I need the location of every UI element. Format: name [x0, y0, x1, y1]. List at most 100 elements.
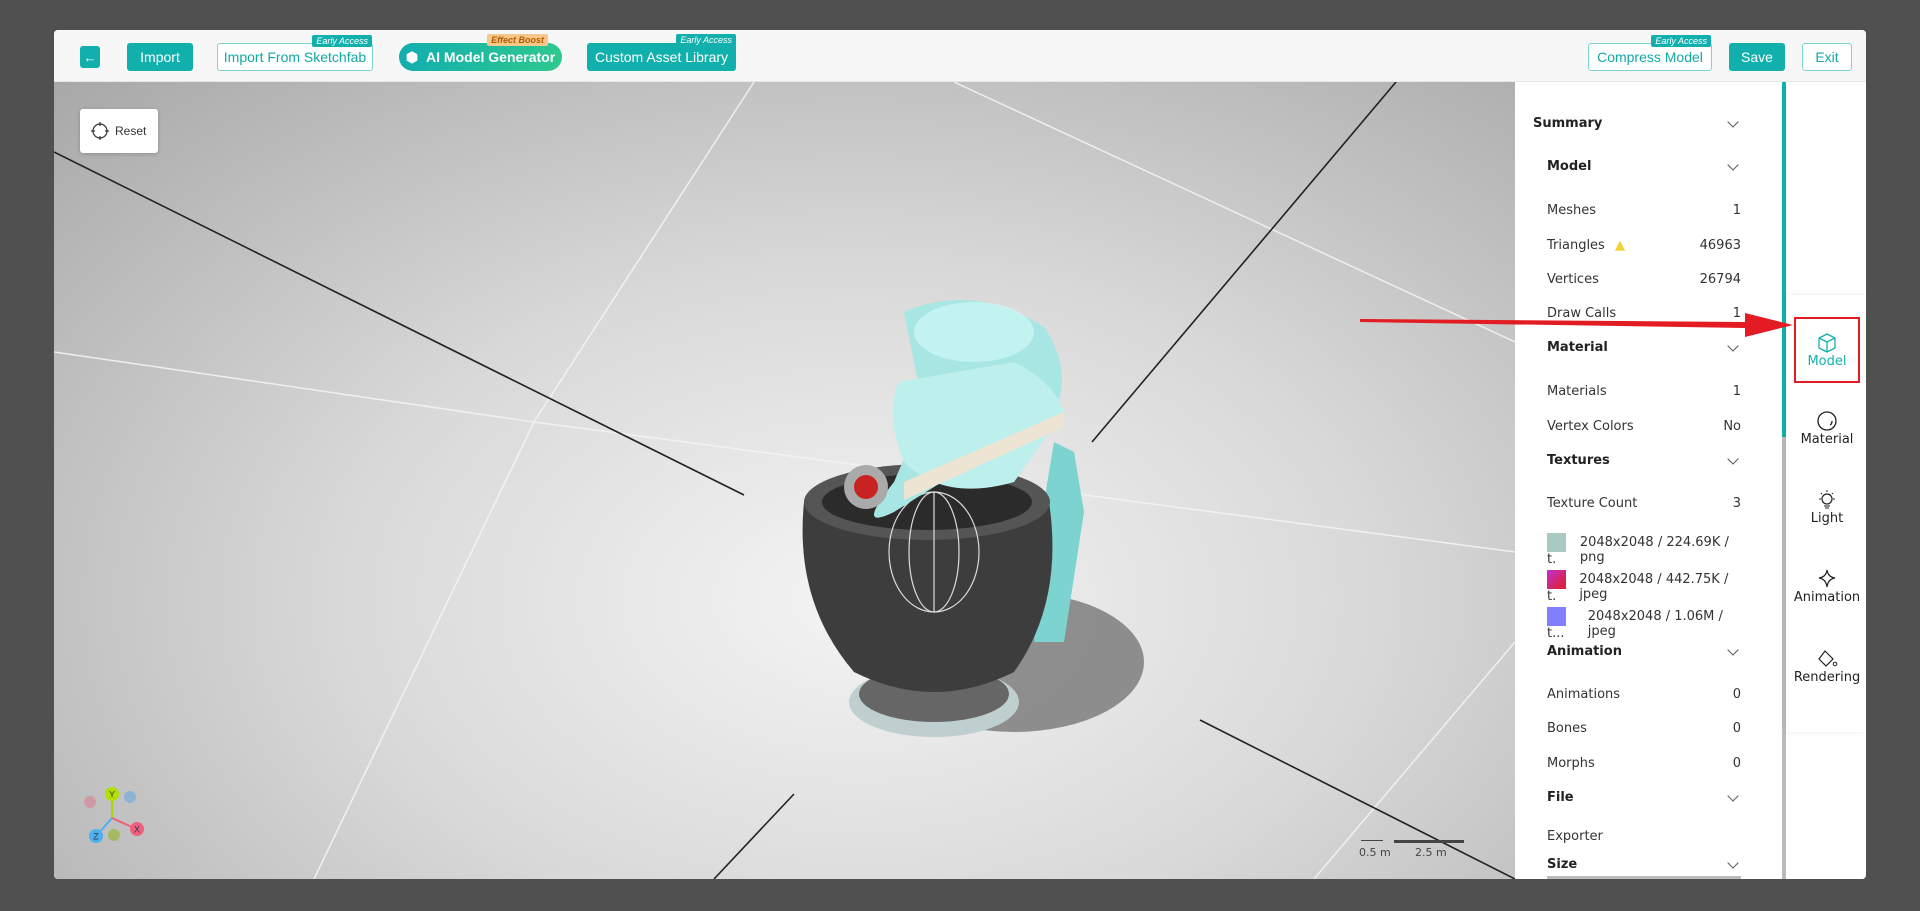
tab-label: Material: [1800, 432, 1854, 447]
triangles-row: Triangles ▲ 46963: [1547, 238, 1741, 253]
custom-asset-library-button[interactable]: Custom Asset Library Early Access: [587, 34, 736, 71]
texture-info: 2048x2048 / 224.69K / png: [1579, 535, 1729, 565]
texture-item[interactable]: t. 2048x2048 / 442.75K / jpeg: [1547, 570, 1741, 604]
value: 1: [1732, 384, 1741, 399]
warning-icon[interactable]: ▲: [1615, 238, 1625, 253]
import-label: Import: [140, 49, 180, 65]
exit-button[interactable]: Exit: [1802, 43, 1852, 71]
summary-panel: Summary Model Meshes 1 Triangles ▲ 46963 V…: [1515, 82, 1785, 879]
chevron-down-icon: [1727, 115, 1739, 128]
material-section-header[interactable]: Material: [1547, 339, 1741, 355]
tab-light[interactable]: Light: [1794, 489, 1860, 526]
crosshair-icon: [91, 122, 109, 140]
value: 0: [1732, 687, 1741, 702]
axis-gizmo[interactable]: Y X Z: [76, 782, 166, 862]
chevron-down-icon: [1727, 339, 1739, 352]
texture-name: t.: [1547, 552, 1557, 567]
materials-row: Materials 1: [1547, 384, 1741, 399]
value: 26794: [1699, 272, 1741, 287]
texture-name: t...: [1547, 626, 1565, 641]
reset-view-button[interactable]: Reset: [80, 109, 158, 153]
paint-bucket-icon: [1818, 650, 1838, 667]
model-title: Model: [1547, 159, 1592, 174]
toolbar: ← Import Import From Sketchfab Early Acce…: [54, 30, 1866, 82]
ai-generator-label: AI Model Generator: [426, 49, 556, 65]
exporter-row: Exporter: [1547, 829, 1741, 844]
import-sketchfab-button[interactable]: Import From Sketchfab Early Access: [217, 35, 373, 71]
draw-calls-row: Draw Calls 1: [1547, 306, 1741, 321]
tab-rendering[interactable]: Rendering: [1794, 648, 1860, 685]
meshes-row: Meshes 1: [1547, 203, 1741, 218]
label: Materials: [1547, 384, 1607, 399]
bones-row: Bones 0: [1547, 721, 1741, 736]
ai-model-generator-button[interactable]: ⬢ AI Model Generator Effect Boost: [399, 34, 562, 71]
label: Draw Calls: [1547, 306, 1617, 321]
file-section-header[interactable]: File: [1547, 789, 1741, 805]
save-label: Save: [1741, 49, 1773, 65]
early-access-badge: Early Access: [1651, 35, 1711, 47]
size-bar: [1547, 876, 1741, 879]
label: Triangles: [1547, 238, 1605, 253]
tab-model[interactable]: Model: [1794, 317, 1860, 383]
scale-bar: 0.5 m 2.5 m: [1359, 840, 1479, 864]
scale-small-label: 0.5 m: [1359, 846, 1391, 859]
animations-row: Animations 0: [1547, 687, 1741, 702]
texture-info: 2048x2048 / 1.06M / jpeg: [1587, 609, 1723, 639]
label: Bones: [1547, 721, 1587, 736]
axis-z-label: Z: [93, 832, 99, 842]
tab-label: Rendering: [1793, 670, 1861, 685]
morphs-row: Morphs 0: [1547, 756, 1741, 771]
model-section-header[interactable]: Model: [1547, 158, 1741, 174]
chevron-down-icon: [1727, 158, 1739, 171]
chevron-down-icon: [1727, 452, 1739, 465]
3d-viewport[interactable]: Reset Y X Z 0.5 m 2.5 m: [54, 82, 1515, 879]
texture-count-row: Texture Count 3: [1547, 496, 1741, 511]
vertices-row: Vertices 26794: [1547, 272, 1741, 287]
axis-x-label: X: [134, 825, 140, 835]
import-sketchfab-label: Import From Sketchfab: [223, 49, 367, 65]
size-section-header[interactable]: Size: [1547, 856, 1741, 872]
tab-label: Model: [1807, 353, 1847, 369]
textures-section-header[interactable]: Textures: [1547, 452, 1741, 468]
chevron-down-icon: [1727, 643, 1739, 656]
label: Morphs: [1547, 756, 1595, 771]
arrow-left-icon: ←: [83, 49, 97, 65]
texture-item[interactable]: t... 2048x2048 / 1.06M / jpeg: [1547, 607, 1741, 641]
summary-title: Summary: [1533, 116, 1603, 131]
animation-title: Animation: [1547, 644, 1622, 659]
compress-model-button[interactable]: Compress Model Early Access: [1588, 35, 1712, 71]
tab-material[interactable]: Material: [1794, 410, 1860, 447]
tab-label: Animation: [1793, 590, 1861, 605]
value: 0: [1732, 721, 1741, 736]
side-tab-rail: Model Material Light Animation Rendering: [1786, 82, 1866, 879]
back-button[interactable]: ←: [80, 46, 100, 68]
early-access-badge: Early Access: [312, 35, 372, 47]
tab-animation[interactable]: Animation: [1794, 568, 1860, 605]
cube-icon: [1818, 332, 1836, 353]
label: Texture Count: [1547, 496, 1638, 511]
scene-canvas: [54, 82, 1515, 879]
chevron-down-icon: [1727, 789, 1739, 802]
sparkle-icon: [1818, 569, 1836, 588]
save-button[interactable]: Save: [1729, 43, 1785, 71]
cube-icon: ⬢: [405, 48, 419, 65]
chevron-down-icon: [1727, 856, 1739, 869]
import-button[interactable]: Import: [127, 43, 193, 71]
summary-section-header[interactable]: Summary: [1533, 115, 1741, 131]
animation-section-header[interactable]: Animation: [1547, 643, 1741, 659]
value: 1: [1732, 203, 1741, 218]
scale-large-label: 2.5 m: [1415, 846, 1447, 859]
texture-thumbnail: [1547, 570, 1566, 589]
label: Exporter: [1547, 829, 1603, 844]
textures-title: Textures: [1547, 453, 1610, 468]
material-title: Material: [1547, 340, 1608, 355]
exit-label: Exit: [1815, 49, 1839, 65]
sphere-icon: [1817, 411, 1837, 431]
label: Meshes: [1547, 203, 1596, 218]
label: Vertices: [1547, 272, 1599, 287]
reset-label: Reset: [115, 124, 147, 138]
early-access-badge: Early Access: [676, 34, 736, 46]
label: Animations: [1547, 687, 1621, 702]
texture-item[interactable]: t. 2048x2048 / 224.69K / png: [1547, 533, 1741, 567]
texture-thumbnail: [1547, 533, 1566, 552]
